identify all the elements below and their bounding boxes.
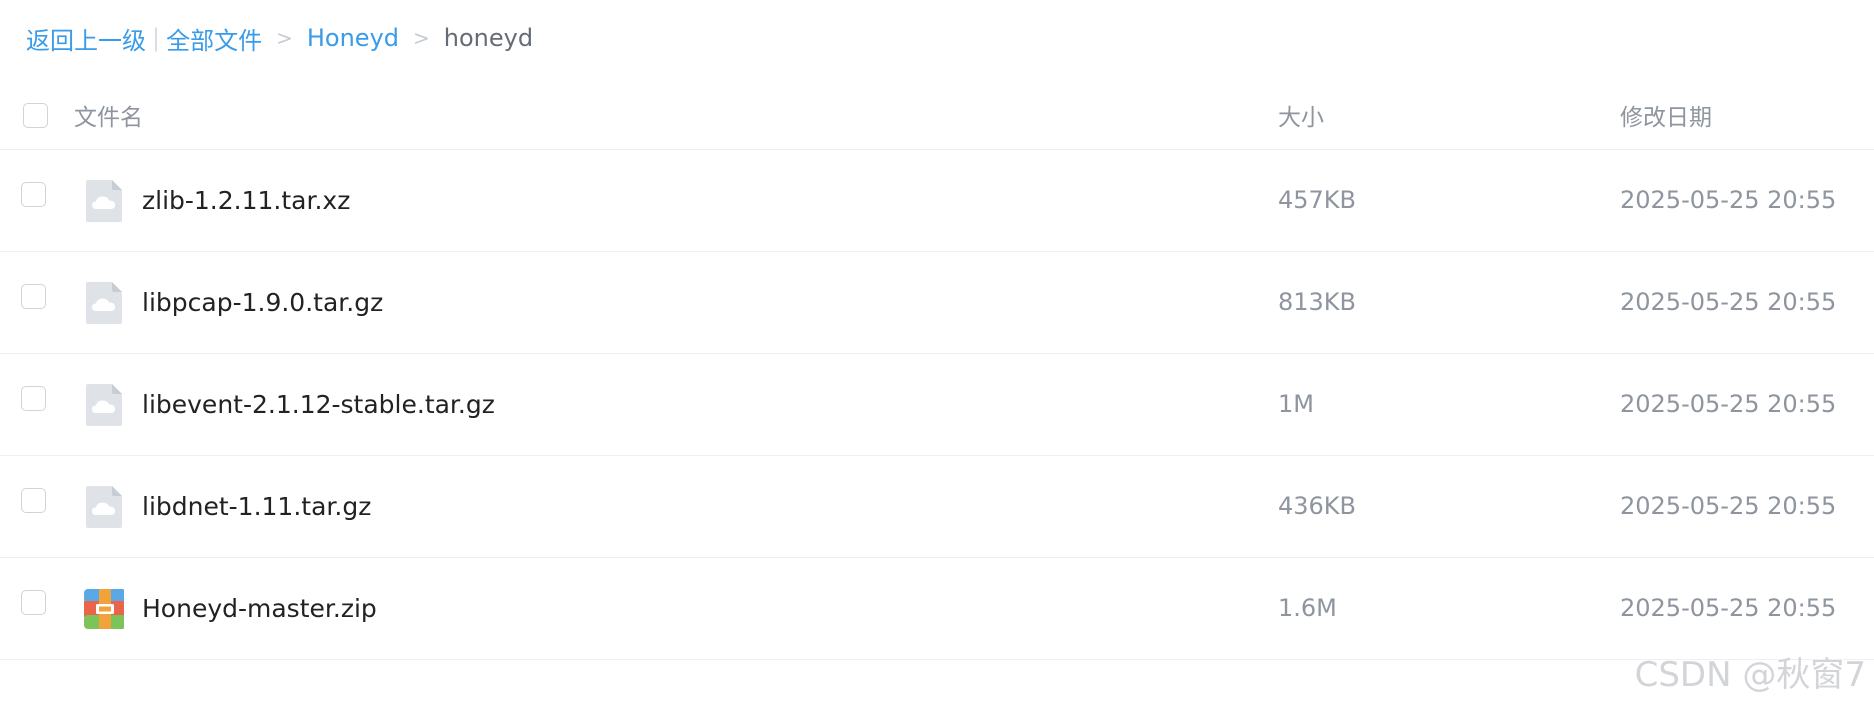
file-row[interactable]: Honeyd-master.zip 1.6M 2025-05-25 20:55 (0, 558, 1874, 660)
table-header: 文件名 大小 修改日期 (0, 76, 1874, 150)
breadcrumb-separator: > (413, 26, 430, 50)
breadcrumb-current-folder: honeyd (443, 24, 534, 52)
file-date: 2025-05-25 20:55 (1620, 594, 1837, 622)
row-checkbox[interactable] (21, 284, 46, 309)
file-size: 457KB (1278, 186, 1357, 214)
file-name[interactable]: libpcap-1.9.0.tar.gz (142, 288, 383, 317)
file-name[interactable]: libevent-2.1.12-stable.tar.gz (142, 390, 495, 419)
file-row[interactable]: libpcap-1.9.0.tar.gz 813KB 2025-05-25 20… (0, 252, 1874, 354)
file-name[interactable]: libdnet-1.11.tar.gz (142, 492, 371, 521)
file-name[interactable]: Honeyd-master.zip (142, 594, 377, 623)
file-list: zlib-1.2.11.tar.xz 457KB 2025-05-25 20:5… (0, 150, 1874, 660)
cloud-file-icon (86, 384, 122, 426)
file-date: 2025-05-25 20:55 (1620, 186, 1837, 214)
breadcrumb-all-files[interactable]: 全部文件 (166, 21, 262, 56)
row-checkbox[interactable] (21, 590, 46, 615)
cloud-file-icon (86, 180, 122, 222)
file-date: 2025-05-25 20:55 (1620, 492, 1837, 520)
breadcrumb-separator: > (276, 26, 293, 50)
breadcrumb: 返回上一级 | 全部文件 > Honeyd > honeyd (26, 18, 533, 58)
breadcrumb-honeyd-folder[interactable]: Honeyd (307, 24, 399, 52)
row-checkbox[interactable] (21, 182, 46, 207)
file-size: 813KB (1278, 288, 1357, 316)
file-name[interactable]: zlib-1.2.11.tar.xz (142, 186, 350, 215)
file-size: 1.6M (1278, 594, 1337, 622)
select-all-checkbox[interactable] (23, 103, 48, 128)
zip-archive-icon (84, 589, 124, 629)
cloud-file-icon (86, 486, 122, 528)
file-size: 1M (1278, 390, 1314, 418)
file-size: 436KB (1278, 492, 1357, 520)
row-checkbox[interactable] (21, 386, 46, 411)
cloud-file-icon (86, 282, 122, 324)
back-link[interactable]: 返回上一级 (26, 21, 146, 56)
column-header-size[interactable]: 大小 (1278, 98, 1324, 132)
file-date: 2025-05-25 20:55 (1620, 288, 1837, 316)
file-date: 2025-05-25 20:55 (1620, 390, 1837, 418)
watermark: CSDN @秋窗7 (1634, 655, 1866, 695)
column-header-date[interactable]: 修改日期 (1620, 98, 1712, 132)
file-row[interactable]: libevent-2.1.12-stable.tar.gz 1M 2025-05… (0, 354, 1874, 456)
file-row[interactable]: libdnet-1.11.tar.gz 436KB 2025-05-25 20:… (0, 456, 1874, 558)
column-header-name[interactable]: 文件名 (74, 98, 143, 132)
file-row[interactable]: zlib-1.2.11.tar.xz 457KB 2025-05-25 20:5… (0, 150, 1874, 252)
breadcrumb-divider: | (152, 24, 161, 52)
row-checkbox[interactable] (21, 488, 46, 513)
